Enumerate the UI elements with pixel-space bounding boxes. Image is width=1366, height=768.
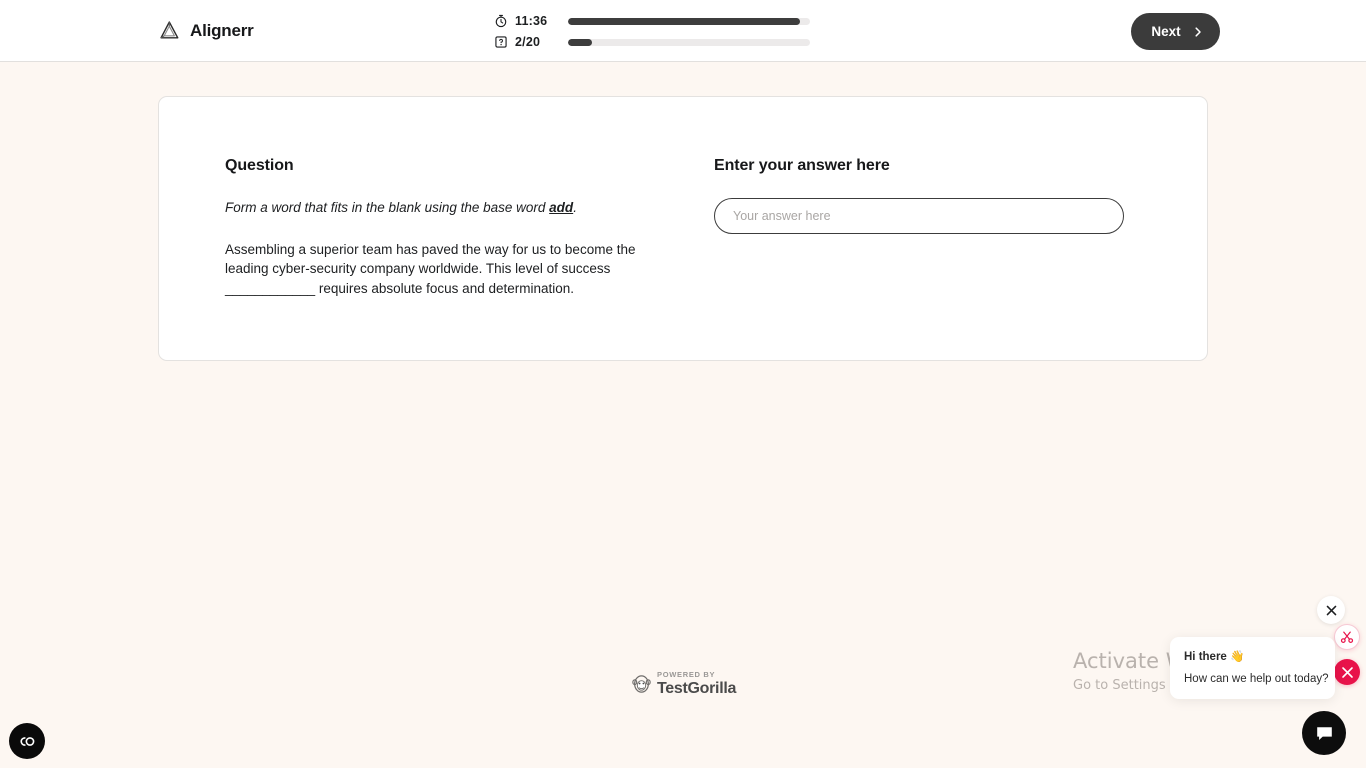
stopwatch-icon	[494, 14, 508, 28]
co-accessibility-icon	[18, 732, 37, 751]
scissors-icon	[1340, 630, 1354, 644]
next-button[interactable]: Next	[1131, 13, 1220, 50]
brand: Alignerr	[158, 19, 254, 42]
chat-close-button[interactable]	[1317, 596, 1345, 624]
chevron-right-icon	[1192, 26, 1204, 38]
question-card-icon	[494, 35, 508, 49]
timer-progress-track	[568, 17, 810, 25]
gorilla-icon	[632, 673, 651, 695]
question-heading: Question	[225, 157, 294, 174]
progress-meters: 11:36 2/20	[494, 13, 810, 50]
accessibility-widget-button[interactable]	[9, 723, 45, 759]
collapse-arrows-icon	[1341, 666, 1354, 679]
question-prompt: Form a word that fits in the blank using…	[225, 198, 669, 218]
question-passage: Assembling a superior team has paved the…	[225, 241, 636, 297]
powered-by-testgorilla: POWERED BY TestGorilla	[632, 671, 736, 697]
next-button-label: Next	[1151, 24, 1181, 39]
chat-bubble-icon	[1314, 723, 1335, 744]
answer-input[interactable]	[714, 198, 1124, 234]
question-column: Question Form a word that fits in the bl…	[159, 157, 669, 299]
penrose-triangle-logo-icon	[158, 19, 181, 42]
app-header: Alignerr 11:36 2/20 Next	[0, 0, 1366, 62]
scissors-tool-button[interactable]	[1334, 624, 1360, 650]
question-progress-track	[568, 38, 810, 46]
collapse-tool-button[interactable]	[1334, 659, 1360, 685]
question-card: Question Form a word that fits in the bl…	[158, 96, 1208, 361]
chat-greeting-bubble[interactable]: Hi there 👋 How can we help out today?	[1170, 637, 1335, 699]
timer-meter-row: 11:36	[494, 13, 810, 29]
vendor-name: TestGorilla	[657, 679, 737, 697]
powered-by-label: POWERED BY	[657, 670, 716, 679]
chat-launcher-button[interactable]	[1302, 711, 1346, 755]
timer-label: 11:36	[515, 14, 548, 28]
question-progress-fill	[568, 38, 593, 46]
question-count-label: 2/20	[515, 35, 541, 49]
brand-name: Alignerr	[190, 20, 254, 40]
question-meter-row: 2/20	[494, 34, 810, 50]
close-x-icon	[1326, 605, 1337, 616]
question-base-word: add	[549, 200, 574, 215]
chat-greeting-text: Hi there 👋	[1184, 651, 1245, 663]
question-prompt-suffix: .	[573, 200, 577, 215]
chat-question-text: How can we help out today?	[1184, 673, 1329, 685]
answer-heading: Enter your answer here	[714, 157, 890, 174]
timer-progress-fill	[568, 17, 801, 25]
answer-column: Enter your answer here	[669, 157, 1139, 299]
question-prompt-prefix: Form a word that fits in the blank using…	[225, 200, 550, 215]
